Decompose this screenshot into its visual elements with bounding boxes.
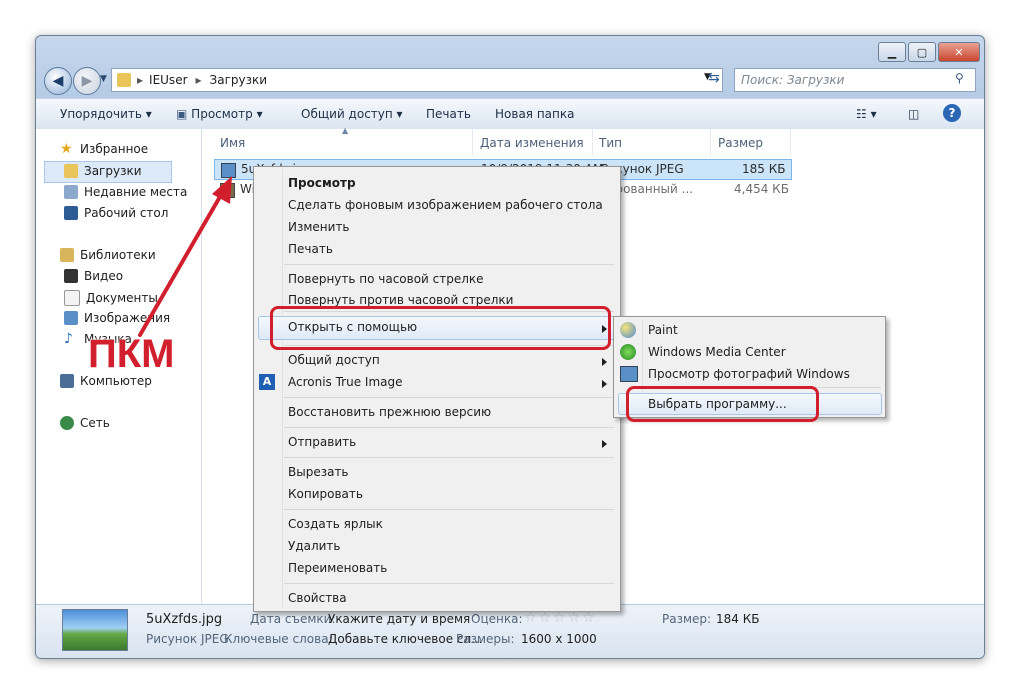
arrow-head [212,176,232,204]
rmb-annotation-label: ПКМ [88,332,175,376]
arrow-shaft [138,186,227,337]
